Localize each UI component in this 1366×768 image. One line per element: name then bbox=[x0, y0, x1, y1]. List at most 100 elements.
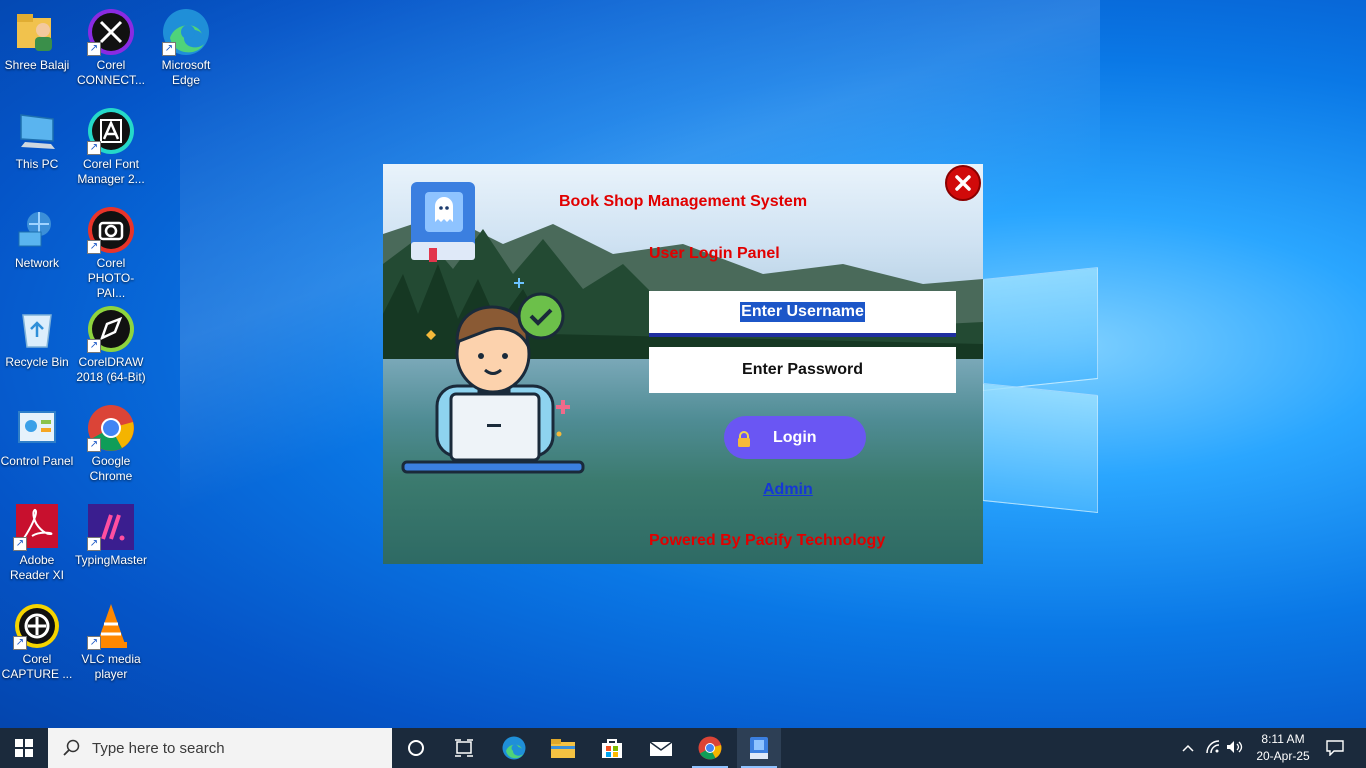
password-text: Enter Password bbox=[742, 361, 863, 378]
desktop-icon-label: Google Chrome bbox=[89, 454, 133, 483]
desktop-icon-label: Shree Balaji bbox=[4, 58, 70, 72]
desktop-icon-label: This PC bbox=[15, 157, 59, 171]
desktop-icon-corel-photo-paint[interactable]: ↗ Corel PHOTO-PAI... bbox=[74, 206, 148, 301]
book-shop-app-icon bbox=[750, 737, 768, 759]
shortcut-arrow-icon: ↗ bbox=[87, 42, 101, 56]
shortcut-arrow-icon: ↗ bbox=[87, 537, 101, 551]
desktop-icon-coreldraw[interactable]: ↗ CorelDRAW 2018 (64-Bit) bbox=[74, 305, 148, 385]
show-hidden-icons-chevron-icon[interactable] bbox=[1178, 741, 1198, 755]
desktop-icon-label: Corel CAPTURE ... bbox=[1, 652, 73, 681]
desktop-icon-corel-connect[interactable]: ↗ Corel CONNECT... bbox=[74, 8, 148, 88]
action-center-button[interactable] bbox=[1318, 728, 1352, 768]
login-button-label: Login bbox=[773, 428, 817, 446]
close-button[interactable] bbox=[945, 165, 981, 201]
desktop-icon-label: CorelDRAW 2018 (64-Bit) bbox=[76, 355, 146, 384]
search-placeholder: Type here to search bbox=[92, 739, 225, 757]
task-view-icon bbox=[455, 739, 473, 757]
book-logo-icon bbox=[407, 178, 479, 266]
desktop-icon-label: Corel PHOTO-PAI... bbox=[87, 256, 135, 300]
shortcut-arrow-icon: ↗ bbox=[87, 240, 101, 254]
system-tray bbox=[1178, 728, 1246, 768]
taskbar-edge[interactable] bbox=[492, 728, 536, 768]
desktop-icon-adobe-reader[interactable]: ↗ Adobe Reader XI bbox=[0, 503, 74, 583]
user-folder-icon bbox=[13, 8, 61, 56]
corel-font-manager-icon: ↗ bbox=[87, 107, 135, 155]
edge-icon: ↗ bbox=[162, 8, 210, 56]
edge-icon bbox=[502, 736, 526, 760]
desktop-icon-vlc[interactable]: ↗ VLC media player bbox=[74, 602, 148, 682]
desktop-icon-label: Adobe Reader XI bbox=[9, 553, 65, 582]
windows-start-icon bbox=[15, 739, 33, 757]
chrome-icon bbox=[698, 736, 722, 760]
shortcut-arrow-icon: ↗ bbox=[87, 141, 101, 155]
taskbar-search-box[interactable]: Type here to search bbox=[48, 728, 392, 768]
control-panel-icon bbox=[13, 404, 61, 452]
start-button[interactable] bbox=[0, 728, 48, 768]
shortcut-arrow-icon: ↗ bbox=[13, 537, 27, 551]
coreldraw-icon: ↗ bbox=[87, 305, 135, 353]
desktop-icon-shree-balaji[interactable]: Shree Balaji bbox=[0, 8, 74, 73]
clock-time: 8:11 AM bbox=[1261, 732, 1305, 746]
shortcut-arrow-icon: ↗ bbox=[87, 636, 101, 650]
cortana-icon bbox=[408, 740, 424, 756]
desktop-icon-control-panel[interactable]: Control Panel bbox=[0, 404, 74, 469]
corel-photo-paint-icon: ↗ bbox=[87, 206, 135, 254]
desktop-icon-microsoft-edge[interactable]: ↗ Microsoft Edge bbox=[149, 8, 223, 88]
username-field[interactable]: Enter Username bbox=[649, 291, 956, 337]
file-explorer-icon bbox=[551, 739, 575, 758]
shortcut-arrow-icon: ↗ bbox=[13, 636, 27, 650]
desktop-icon-this-pc[interactable]: This PC bbox=[0, 107, 74, 172]
task-view-button[interactable] bbox=[443, 728, 485, 768]
mail-icon bbox=[649, 741, 673, 756]
taskbar-clock[interactable]: 8:11 AM 20-Apr-25 bbox=[1248, 731, 1318, 765]
typingmaster-icon: ↗ bbox=[87, 503, 135, 551]
admin-link[interactable]: Admin bbox=[763, 481, 813, 499]
desktop-icon-corel-capture[interactable]: ↗ Corel CAPTURE ... bbox=[0, 602, 74, 682]
app-title: Book Shop Management System bbox=[559, 193, 808, 210]
panel-subtitle: User Login Panel bbox=[649, 245, 780, 262]
store-icon bbox=[602, 739, 622, 758]
username-text: Enter Username bbox=[740, 302, 865, 322]
desktop-icon-typingmaster[interactable]: ↗ TypingMaster bbox=[74, 503, 148, 568]
adobe-reader-icon: ↗ bbox=[13, 503, 61, 551]
recycle-bin-icon bbox=[13, 305, 61, 353]
shortcut-arrow-icon: ↗ bbox=[162, 42, 176, 56]
desktop-icon-label: Control Panel bbox=[0, 454, 74, 468]
taskbar-mail[interactable] bbox=[639, 728, 683, 768]
volume-icon[interactable] bbox=[1224, 740, 1246, 757]
powered-by-text: Powered By Pacify Technology bbox=[649, 532, 886, 549]
search-icon bbox=[63, 739, 80, 756]
desktop-icon-network[interactable]: Network bbox=[0, 206, 74, 271]
login-button[interactable]: Login bbox=[724, 416, 866, 459]
desktop-icon-label: Corel Font Manager 2... bbox=[77, 157, 145, 186]
desktop-icon-recycle-bin[interactable]: Recycle Bin bbox=[0, 305, 74, 370]
shortcut-arrow-icon: ↗ bbox=[87, 438, 101, 452]
lock-icon bbox=[737, 430, 751, 447]
desktop-icon-label: VLC media player bbox=[81, 652, 141, 681]
desktop-icon-label: TypingMaster bbox=[74, 553, 148, 567]
close-icon bbox=[955, 175, 971, 191]
taskbar-file-explorer[interactable] bbox=[541, 728, 585, 768]
taskbar-store[interactable] bbox=[590, 728, 634, 768]
desktop-icon-label: Corel CONNECT... bbox=[76, 58, 145, 87]
clock-date: 20-Apr-25 bbox=[1256, 749, 1310, 763]
corel-connect-icon: ↗ bbox=[87, 8, 135, 56]
chrome-icon: ↗ bbox=[87, 404, 135, 452]
desktop-icon-label: Microsoft Edge bbox=[161, 58, 211, 87]
wifi-icon[interactable] bbox=[1202, 739, 1224, 757]
login-window: Book Shop Management System User Login P… bbox=[383, 164, 983, 564]
desktop-icon-google-chrome[interactable]: ↗ Google Chrome bbox=[74, 404, 148, 484]
taskbar-book-shop-app[interactable] bbox=[737, 728, 781, 768]
desktop-icon-label: Recycle Bin bbox=[5, 355, 69, 369]
network-icon bbox=[13, 206, 61, 254]
computer-icon bbox=[13, 107, 61, 155]
taskbar-chrome[interactable] bbox=[688, 728, 732, 768]
taskbar: Type here to search 8:11 AM 20-Apr-25 bbox=[0, 728, 1366, 768]
wallpaper-windows-logo bbox=[975, 255, 1100, 515]
desktop-icon-label: Network bbox=[14, 256, 59, 270]
shortcut-arrow-icon: ↗ bbox=[87, 339, 101, 353]
password-field[interactable]: Enter Password bbox=[649, 347, 956, 393]
desktop-icon-corel-font-manager[interactable]: ↗ Corel Font Manager 2... bbox=[74, 107, 148, 187]
corel-capture-icon: ↗ bbox=[13, 602, 61, 650]
cortana-button[interactable] bbox=[395, 728, 437, 768]
